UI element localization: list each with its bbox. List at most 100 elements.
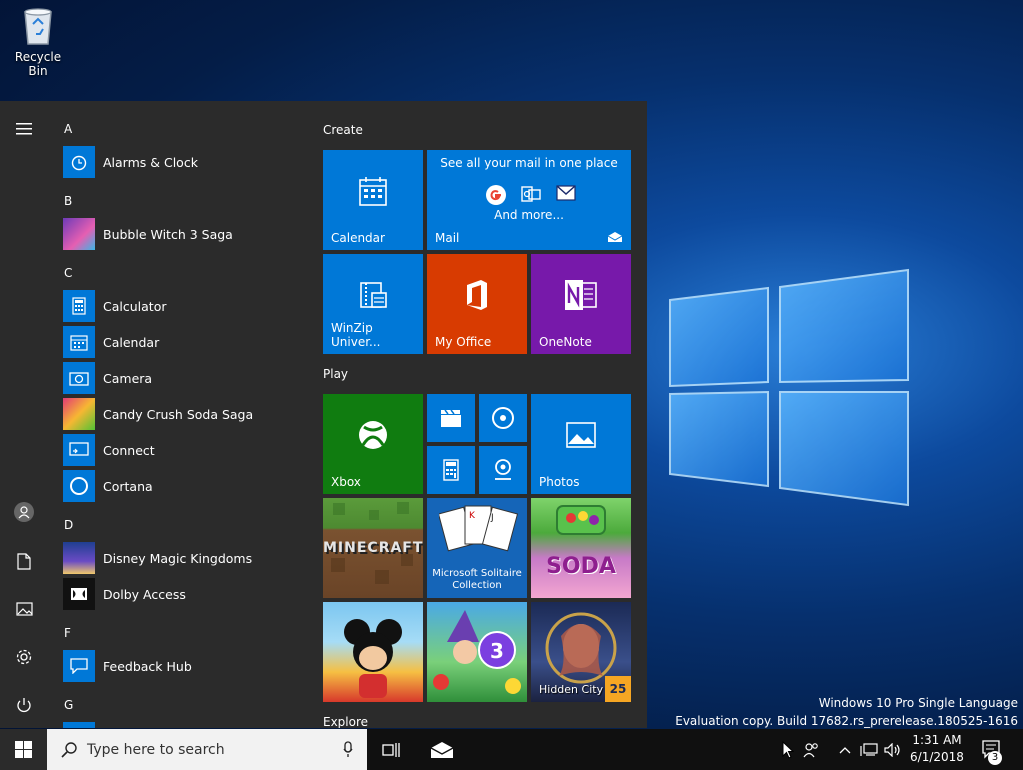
google-icon (486, 185, 507, 205)
svg-text:J: J (490, 513, 494, 523)
gear-icon (16, 649, 32, 665)
power-icon (17, 697, 31, 712)
xbox-icon (359, 421, 387, 449)
start-button[interactable] (0, 729, 47, 770)
app-name: Disney Magic Kingdoms (103, 550, 253, 566)
minecraft-logo-text: MINECRAFT (323, 540, 423, 556)
cursor-arrow-icon (782, 740, 794, 759)
connect-icon (63, 434, 95, 466)
recycle-bin-icon (19, 6, 57, 46)
settings-button[interactable] (0, 633, 48, 681)
app-name: Camera (103, 370, 153, 386)
app-tile-icon (63, 722, 95, 728)
tile-disney-magic-kingdoms[interactable] (323, 602, 423, 702)
task-view-icon (382, 742, 400, 757)
user-avatar-icon (14, 502, 34, 522)
bubble-witch-icon (63, 218, 95, 250)
taskbar-mail-button[interactable] (420, 729, 464, 770)
app-partial-g[interactable] (63, 722, 303, 728)
tile-onenote[interactable]: OneNote (531, 254, 631, 354)
tile-label: My Office (435, 335, 492, 349)
tile-photos[interactable]: Photos (531, 394, 631, 494)
tile-solitaire[interactable]: K J Microsoft Solitaire Collection (427, 498, 527, 598)
app-connect[interactable]: Connect (63, 434, 303, 466)
microphone-icon[interactable] (343, 741, 353, 758)
mouse-cursor (778, 729, 798, 770)
app-list: A Alarms & Clock B Bubble Witch 3 Saga C… (48, 101, 308, 728)
letter-header-c[interactable]: C (64, 266, 72, 280)
app-name: Candy Crush Soda Saga (103, 406, 254, 422)
app-bubble-witch[interactable]: Bubble Witch 3 Saga (63, 218, 303, 250)
calculator-icon (443, 459, 459, 481)
recycle-bin-label: Recycle Bin (14, 50, 62, 78)
letter-header-b[interactable]: B (64, 194, 72, 208)
app-calendar[interactable]: Calendar (63, 326, 303, 358)
winzip-icon (360, 282, 387, 308)
taskbar-search-box[interactable]: Type here to search (47, 729, 367, 770)
tile-hidden-city[interactable]: Hidden City 25 (531, 602, 631, 702)
app-camera[interactable]: Camera (63, 362, 303, 394)
tile-calendar[interactable]: Calendar (323, 150, 423, 250)
app-feedback-hub[interactable]: Feedback Hub (63, 650, 303, 682)
live-tiles: Create Calendar See all your mail in one… (323, 101, 643, 728)
group-play[interactable]: Play (323, 367, 348, 381)
start-menu: A Alarms & Clock B Bubble Witch 3 Saga C… (0, 101, 647, 728)
windows-logo-icon (15, 741, 32, 758)
camera-icon (63, 362, 95, 394)
tile-movies-tv[interactable] (427, 394, 475, 442)
tile-xbox[interactable]: Xbox (323, 394, 423, 494)
recycle-bin-desktop-icon[interactable]: Recycle Bin (4, 6, 72, 78)
tile-groove-music[interactable] (479, 394, 527, 442)
map-pin-icon (495, 459, 511, 480)
task-view-button[interactable] (370, 729, 412, 770)
letter-header-d[interactable]: D (64, 518, 73, 532)
app-name: Calculator (103, 298, 167, 314)
group-create[interactable]: Create (323, 123, 363, 137)
letter-header-f[interactable]: F (64, 626, 71, 640)
app-cortana[interactable]: Cortana (63, 470, 303, 502)
user-account-button[interactable] (0, 488, 48, 536)
tile-bubble-witch[interactable]: 3 (427, 602, 527, 702)
calculator-icon (63, 290, 95, 322)
tile-winzip[interactable]: WinZip Univer... (323, 254, 423, 354)
music-disc-icon (492, 407, 514, 429)
envelope-icon (556, 185, 576, 201)
outlook-icon (521, 186, 541, 202)
power-button[interactable] (0, 681, 48, 728)
tile-candy-crush-soda[interactable]: SODA (531, 498, 631, 598)
app-candy-crush[interactable]: Candy Crush Soda Saga (63, 398, 303, 430)
tile-calculator[interactable] (427, 446, 475, 494)
network-icon (860, 742, 878, 756)
letter-header-a[interactable]: A (64, 122, 72, 136)
pictures-button[interactable] (0, 585, 48, 633)
tile-maps[interactable] (479, 446, 527, 494)
tile-minecraft[interactable]: MINECRAFT (323, 498, 423, 598)
playing-cards-icon: K J (439, 505, 519, 552)
app-alarms-clock[interactable]: Alarms & Clock (63, 146, 303, 178)
tile-label: OneNote (539, 335, 592, 349)
bubble-witch-art: 3 (433, 610, 521, 694)
hamburger-icon (16, 123, 32, 135)
app-disney-magic-kingdoms[interactable]: Disney Magic Kingdoms (63, 542, 303, 574)
network-button[interactable] (858, 729, 880, 770)
evaluation-watermark: Windows 10 Pro Single Language Evaluatio… (675, 694, 1018, 730)
letter-header-g[interactable]: G (64, 698, 73, 712)
people-button[interactable] (800, 729, 822, 770)
app-dolby-access[interactable]: Dolby Access (63, 578, 303, 610)
clapperboard-icon (441, 409, 461, 427)
mail-badge-icon (607, 232, 623, 242)
action-center-button[interactable]: 3 (978, 729, 1008, 770)
show-hidden-icons-button[interactable] (836, 729, 854, 770)
tile-mail[interactable]: See all your mail in one place And more.… (427, 150, 631, 250)
documents-button[interactable] (0, 537, 48, 585)
cortana-icon (63, 470, 95, 502)
windows-wallpaper-logo (669, 268, 909, 507)
feedback-icon (63, 650, 95, 682)
hamburger-menu-button[interactable] (0, 105, 48, 153)
clock[interactable]: 1:31 AM 6/1/2018 (900, 732, 974, 766)
group-explore[interactable]: Explore (323, 715, 368, 728)
chevron-up-icon (839, 746, 851, 753)
tile-label: Microsoft Solitaire Collection (432, 568, 522, 591)
app-calculator[interactable]: Calculator (63, 290, 303, 322)
tile-my-office[interactable]: My Office (427, 254, 527, 354)
